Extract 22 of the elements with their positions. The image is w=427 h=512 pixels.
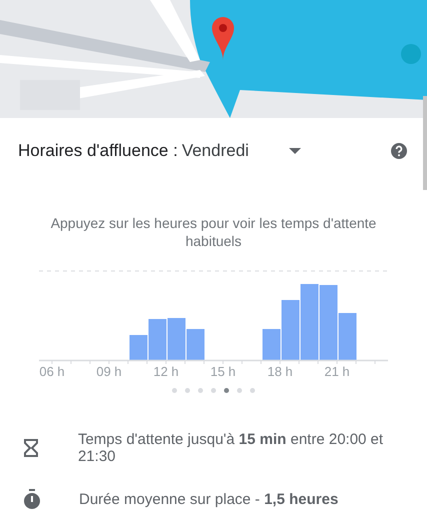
axis-label: 21 h bbox=[324, 364, 350, 379]
stopwatch-icon bbox=[23, 489, 41, 509]
hint-text: Appuyez sur les heures pour voir les temps d'attente habituels bbox=[50, 214, 378, 250]
section-title: Horaires d'affluence : bbox=[18, 140, 178, 162]
page-dot[interactable] bbox=[185, 388, 190, 393]
axis-label: 06 h bbox=[39, 364, 65, 379]
help-icon[interactable] bbox=[391, 143, 407, 159]
info-text: Temps d'attente jusqu'à 15 min entre 20:00 et 21:30 bbox=[78, 431, 384, 465]
page-dot[interactable] bbox=[237, 388, 242, 393]
page-dot[interactable] bbox=[250, 388, 255, 393]
page-dot[interactable] bbox=[172, 388, 177, 393]
axis-label: 12 h bbox=[153, 364, 179, 379]
axis-label: 09 h bbox=[96, 364, 122, 379]
page-dot[interactable] bbox=[224, 388, 229, 393]
axis-label: 18 h bbox=[267, 364, 293, 379]
info-text: Durée moyenne sur place - 1,5 heures bbox=[79, 490, 338, 508]
hourglass-icon bbox=[24, 439, 38, 457]
day-dropdown[interactable]: Vendredi bbox=[182, 138, 301, 164]
page-dot[interactable] bbox=[198, 388, 203, 393]
page-dot[interactable] bbox=[211, 388, 216, 393]
axis-label: 15 h bbox=[210, 364, 236, 379]
caret-icon bbox=[288, 148, 301, 154]
